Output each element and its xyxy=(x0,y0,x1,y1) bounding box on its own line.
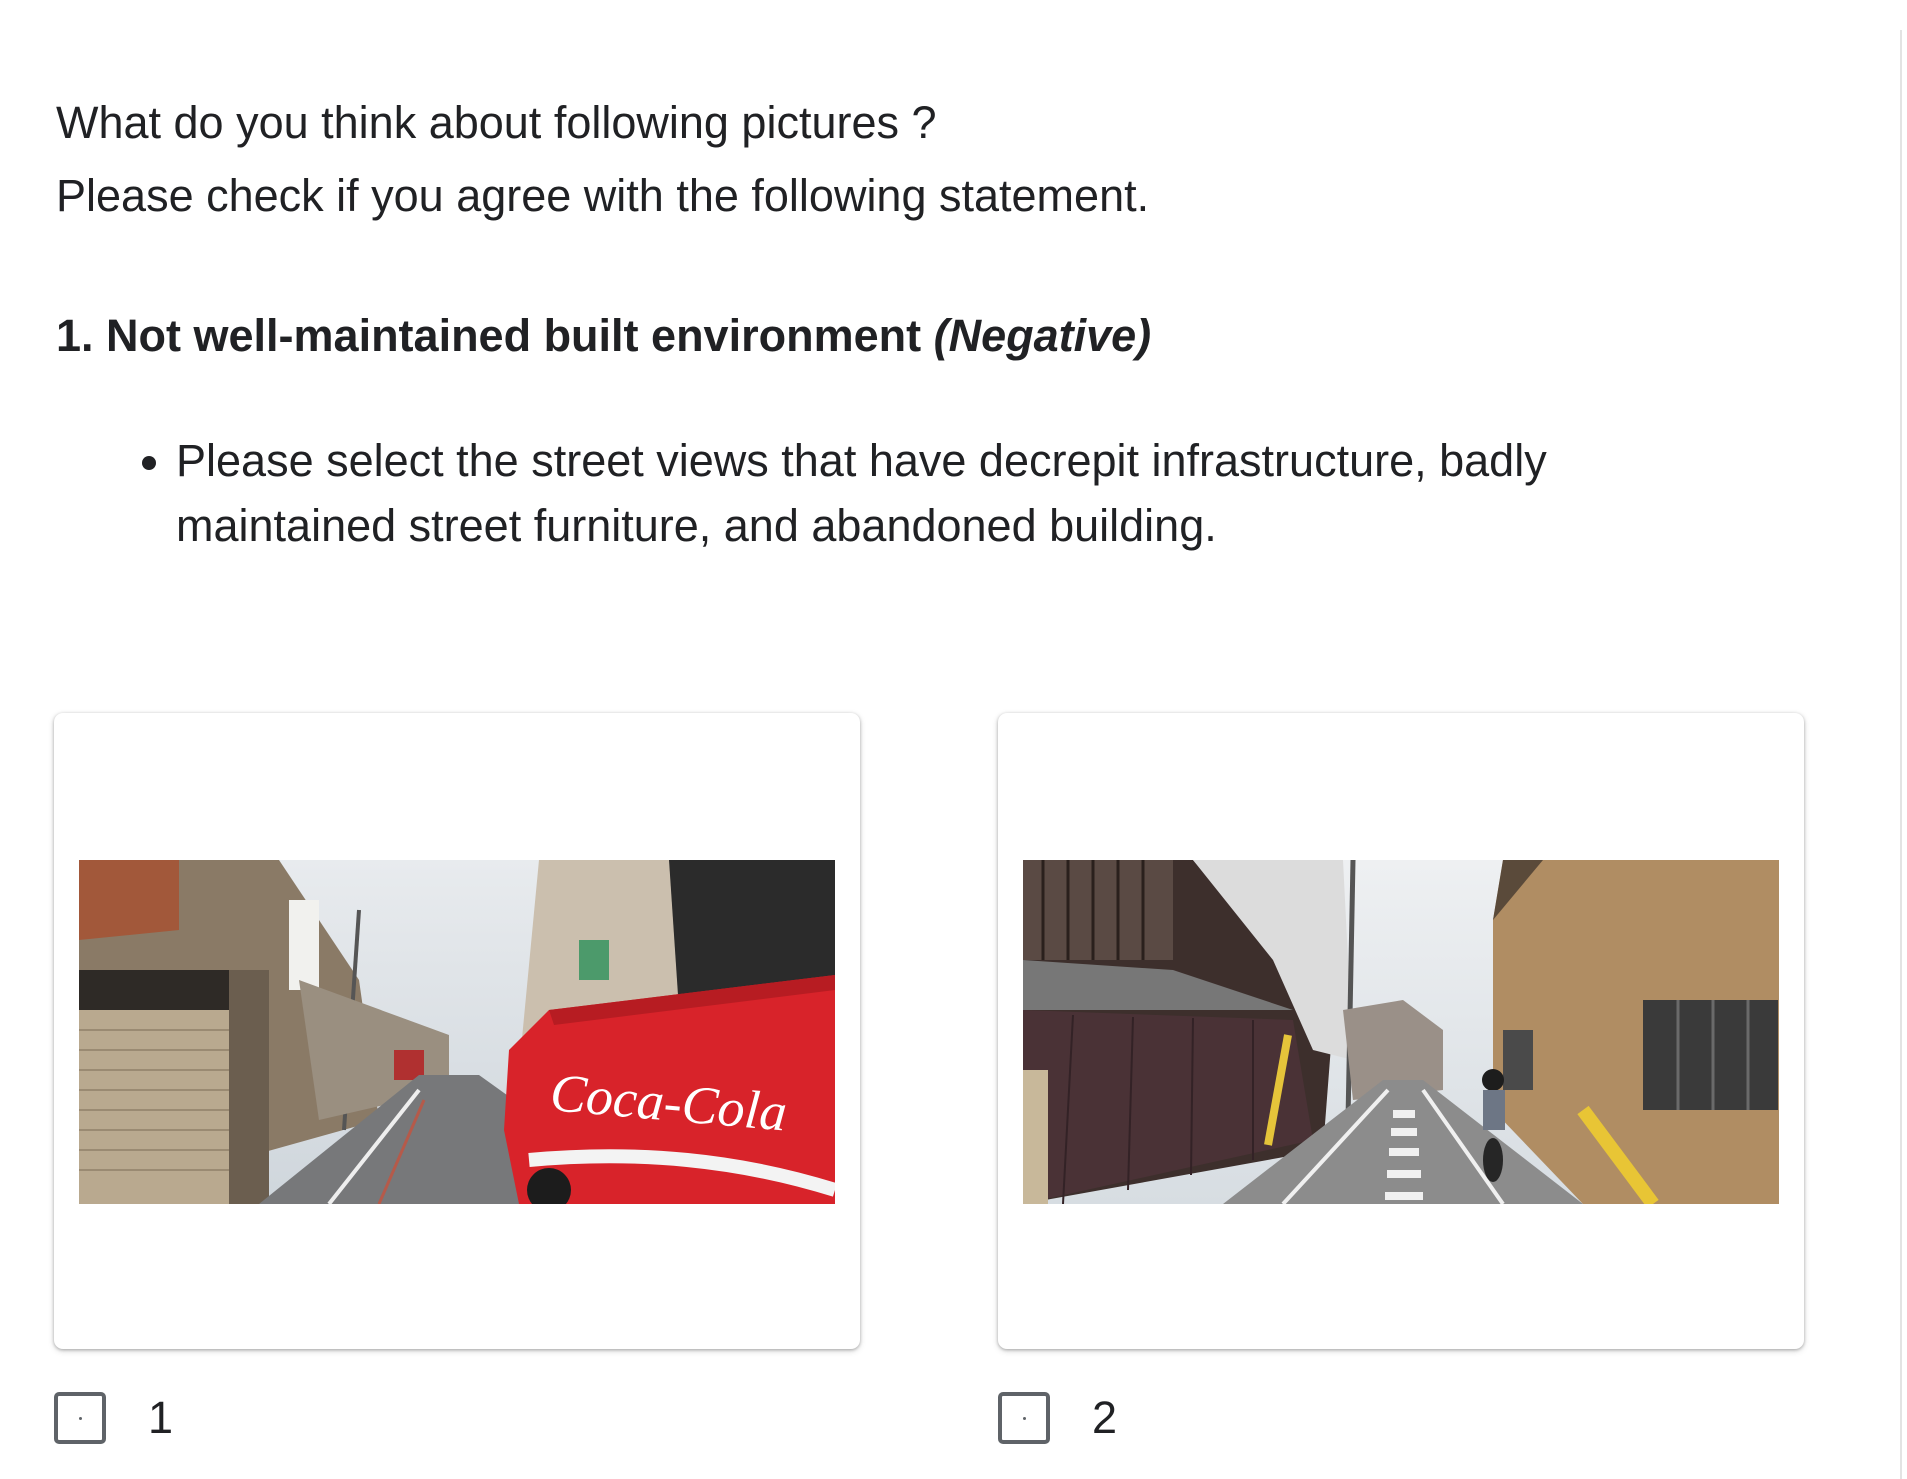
intro-line-2: Please check if you agree with the follo… xyxy=(56,170,1150,221)
option-card-1[interactable]: Coca-Cola xyxy=(54,713,860,1349)
question-heading: 1. Not well-maintained built environment… xyxy=(56,306,1151,366)
right-divider xyxy=(1900,30,1902,1479)
intro-text: What do you think about following pictur… xyxy=(56,86,1149,232)
question-tag: (Negative) xyxy=(933,310,1152,361)
option-2-checkbox[interactable] xyxy=(998,1392,1050,1444)
option-1-row[interactable]: 1 xyxy=(54,1388,173,1448)
option-2-label[interactable]: 2 xyxy=(1092,1392,1117,1444)
instruction-list: Please select the street views that have… xyxy=(130,428,1770,558)
option-1-checkbox[interactable] xyxy=(54,1392,106,1444)
question-title: 1. Not well-maintained built environment xyxy=(56,310,922,361)
instruction-item: Please select the street views that have… xyxy=(176,428,1770,558)
street-view-photo-2 xyxy=(1023,860,1779,1204)
intro-line-1: What do you think about following pictur… xyxy=(56,97,937,148)
option-2-row[interactable]: 2 xyxy=(998,1388,1117,1448)
option-1-label[interactable]: 1 xyxy=(148,1392,173,1444)
option-card-2[interactable] xyxy=(998,713,1804,1349)
street-view-photo-1: Coca-Cola xyxy=(79,860,835,1204)
